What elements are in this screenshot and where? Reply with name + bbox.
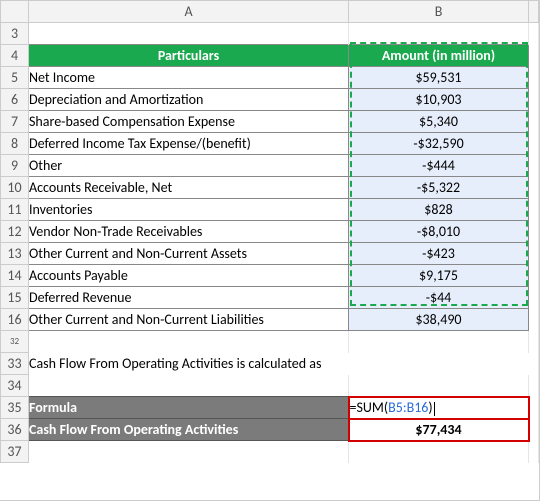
item-value[interactable]: $5,340 <box>349 111 529 133</box>
row-header[interactable]: 35 <box>1 397 29 419</box>
row-header[interactable]: 36 <box>1 419 29 441</box>
note-text[interactable]: Cash Flow From Operating Activities is c… <box>29 353 529 375</box>
item-label[interactable]: Inventories <box>29 199 349 221</box>
header-amount[interactable]: Amount (in million) <box>349 45 529 67</box>
result-label[interactable]: Cash Flow From Operating Activities <box>29 419 349 441</box>
cell[interactable] <box>29 375 349 397</box>
item-value[interactable]: $59,531 <box>349 67 529 89</box>
row-header[interactable]: 6 <box>1 89 29 111</box>
item-label[interactable]: Vendor Non-Trade Receivables <box>29 221 349 243</box>
cell[interactable] <box>529 243 539 265</box>
cell[interactable] <box>529 199 539 221</box>
row-header[interactable]: 13 <box>1 243 29 265</box>
item-label[interactable]: Deferred Revenue <box>29 287 349 309</box>
cell[interactable] <box>529 177 539 199</box>
cell[interactable] <box>529 375 539 397</box>
formula-close: ) <box>428 399 432 416</box>
formula-cell[interactable]: =SUM(B5:B16) <box>349 397 529 419</box>
cell[interactable] <box>349 375 529 397</box>
col-header-b[interactable]: B <box>349 1 529 23</box>
corner-cell[interactable] <box>1 1 29 23</box>
cell[interactable] <box>529 133 539 155</box>
formula-label[interactable]: Formula <box>29 397 349 419</box>
text-caret <box>434 402 435 416</box>
row-header[interactable]: 10 <box>1 177 29 199</box>
cell[interactable] <box>29 331 349 353</box>
row-header[interactable]: 11 <box>1 199 29 221</box>
item-label[interactable]: Accounts Payable <box>29 265 349 287</box>
row-header[interactable]: 14 <box>1 265 29 287</box>
row-header[interactable]: 15 <box>1 287 29 309</box>
grid[interactable]: A B 3 4 Particulars Amount (in million) … <box>0 0 539 463</box>
cell[interactable] <box>529 331 539 353</box>
col-header-a[interactable]: A <box>29 1 349 23</box>
item-value[interactable]: $9,175 <box>349 265 529 287</box>
cell[interactable] <box>529 89 539 111</box>
cell[interactable] <box>529 353 539 375</box>
row-header[interactable]: 5 <box>1 67 29 89</box>
item-value[interactable]: -$8,010 <box>349 221 529 243</box>
row-header[interactable]: 4 <box>1 45 29 67</box>
cell[interactable] <box>529 221 539 243</box>
formula-range: B5:B16 <box>388 399 428 416</box>
row-header[interactable]: 12 <box>1 221 29 243</box>
cell[interactable] <box>529 397 539 419</box>
spreadsheet[interactable]: A B 3 4 Particulars Amount (in million) … <box>0 0 540 501</box>
item-value[interactable]: -$5,322 <box>349 177 529 199</box>
cell[interactable] <box>349 23 529 45</box>
cell[interactable] <box>529 155 539 177</box>
item-value[interactable]: -$32,590 <box>349 133 529 155</box>
item-value[interactable]: $38,490 <box>349 309 529 331</box>
formula-fn: SUM( <box>356 399 388 416</box>
item-value[interactable]: $828 <box>349 199 529 221</box>
cell[interactable] <box>529 419 539 441</box>
row-header[interactable]: 34 <box>1 375 29 397</box>
row-header[interactable]: 8 <box>1 133 29 155</box>
item-label[interactable]: Other <box>29 155 349 177</box>
item-value[interactable]: $10,903 <box>349 89 529 111</box>
col-header-c[interactable] <box>529 1 539 23</box>
cell[interactable] <box>349 331 529 353</box>
item-label[interactable]: Deferred Income Tax Expense/(benefit) <box>29 133 349 155</box>
item-label[interactable]: Other Current and Non-Current Assets <box>29 243 349 265</box>
row-header[interactable]: 37 <box>1 441 29 463</box>
cell[interactable] <box>529 309 539 331</box>
cell[interactable] <box>529 441 539 463</box>
row-header[interactable]: 9 <box>1 155 29 177</box>
cell[interactable] <box>529 45 539 67</box>
cell[interactable] <box>529 67 539 89</box>
cell[interactable] <box>349 441 529 463</box>
cell[interactable] <box>529 111 539 133</box>
cell[interactable] <box>29 23 349 45</box>
item-value[interactable]: -$444 <box>349 155 529 177</box>
item-label[interactable]: Depreciation and Amortization <box>29 89 349 111</box>
cell[interactable] <box>529 23 539 45</box>
cell[interactable] <box>529 287 539 309</box>
item-label[interactable]: Net Income <box>29 67 349 89</box>
header-particulars[interactable]: Particulars <box>29 45 349 67</box>
row-header[interactable]: 33 <box>1 353 29 375</box>
item-value[interactable]: -$44 <box>349 287 529 309</box>
item-label[interactable]: Other Current and Non-Current Liabilitie… <box>29 309 349 331</box>
cell[interactable] <box>29 441 349 463</box>
item-label[interactable]: Accounts Receivable, Net <box>29 177 349 199</box>
item-value[interactable]: -$423 <box>349 243 529 265</box>
row-header[interactable]: 16 <box>1 309 29 331</box>
row-header[interactable]: 32 <box>1 331 29 353</box>
row-header[interactable]: 3 <box>1 23 29 45</box>
row-header[interactable]: 7 <box>1 111 29 133</box>
item-label[interactable]: Share-based Compensation Expense <box>29 111 349 133</box>
cell[interactable] <box>529 265 539 287</box>
result-value[interactable]: $77,434 <box>349 419 529 441</box>
